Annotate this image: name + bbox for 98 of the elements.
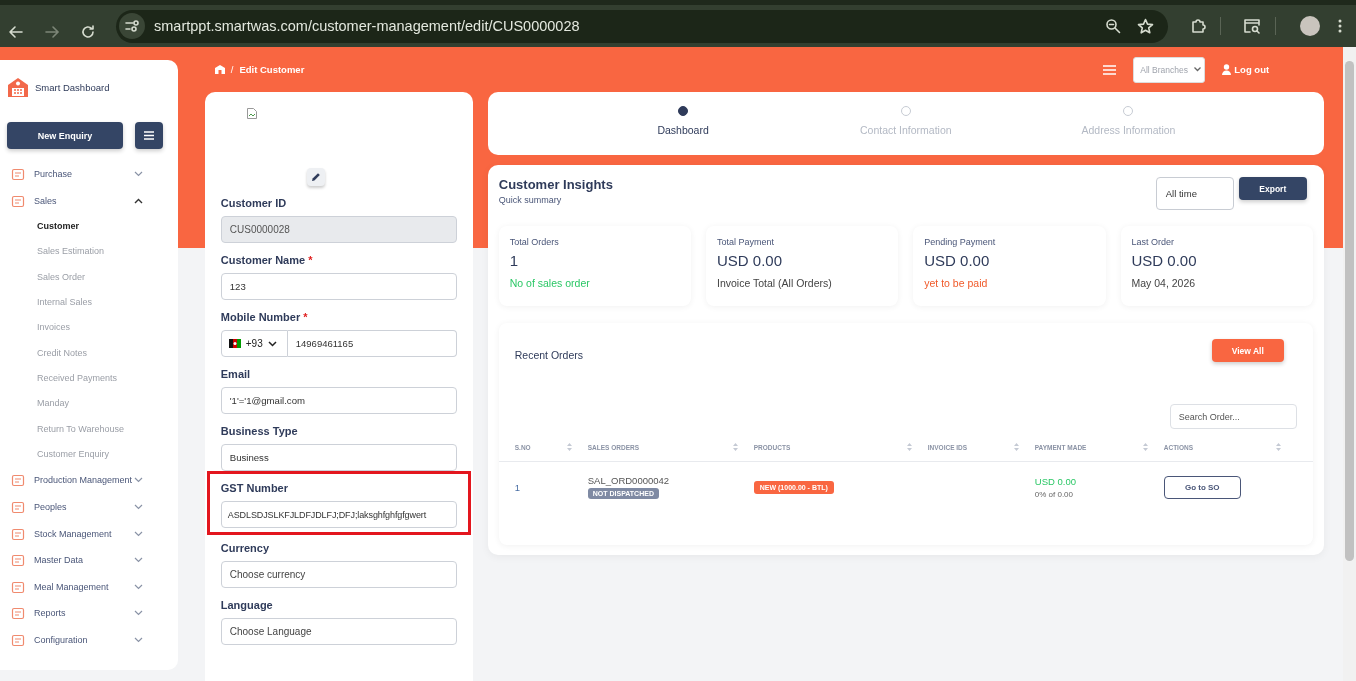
warehouse-icon bbox=[7, 76, 29, 98]
edit-photo-button[interactable] bbox=[306, 168, 325, 186]
avatar[interactable] bbox=[1300, 16, 1320, 36]
sidebar-menu-item[interactable]: Sales bbox=[7, 187, 158, 215]
scroll-thumb[interactable] bbox=[1345, 61, 1354, 561]
scrollbar[interactable] bbox=[1343, 47, 1356, 681]
search-field[interactable]: Search Order... bbox=[1169, 404, 1297, 429]
address-bar[interactable]: smartppt.smartwas.com/customer-management/edit/CUS0000028 bbox=[116, 9, 1168, 43]
stat-note: No of sales order bbox=[509, 277, 591, 289]
chevron-down-icon bbox=[133, 583, 143, 590]
go-to-so-button[interactable]: Go to SO bbox=[1163, 475, 1241, 499]
stat-value: USD 0.00 bbox=[924, 252, 991, 269]
payment-amount: USD 0.00 bbox=[1034, 475, 1077, 487]
box-icon bbox=[11, 553, 25, 568]
star-icon[interactable] bbox=[1137, 17, 1154, 35]
select-field[interactable]: Choose currency bbox=[220, 561, 457, 588]
box-icon bbox=[11, 606, 25, 621]
tab-search-icon[interactable] bbox=[1243, 18, 1261, 34]
back-icon[interactable] bbox=[8, 24, 24, 40]
site-settings-icon[interactable] bbox=[119, 13, 145, 39]
step-label[interactable]: Dashboard bbox=[657, 124, 709, 136]
zoom-icon[interactable] bbox=[1105, 18, 1121, 34]
field-label: Currency bbox=[220, 542, 271, 554]
new-enquiry-button[interactable]: New Enquiry bbox=[7, 122, 123, 149]
sidebar-menu-item[interactable]: Master Data bbox=[7, 546, 158, 574]
pencil-icon bbox=[311, 173, 320, 181]
input-field[interactable]: 123 bbox=[220, 273, 457, 300]
input-field[interactable]: Business bbox=[220, 444, 457, 471]
select-field[interactable]: Choose Language bbox=[220, 618, 457, 645]
sidebar-submenu-item[interactable]: Customer bbox=[7, 214, 158, 240]
home-icon bbox=[214, 65, 225, 74]
input-field[interactable]: '1'='1@gmail.com bbox=[220, 387, 457, 414]
box-icon bbox=[11, 500, 25, 515]
breadcrumb-separator: / bbox=[230, 64, 234, 75]
box-icon bbox=[11, 167, 25, 182]
section-title: Customer Insights bbox=[498, 177, 613, 192]
stat-label: Total Payment bbox=[717, 237, 776, 247]
table-cell-text: 1 bbox=[514, 481, 522, 493]
sidebar-menu-item[interactable]: Purchase bbox=[7, 161, 158, 188]
export-button[interactable]: Export bbox=[1238, 177, 1307, 200]
user-icon bbox=[1222, 64, 1232, 75]
brand-name: Smart Dashboard bbox=[35, 81, 110, 93]
chevron-down-icon bbox=[133, 637, 143, 643]
box-icon bbox=[11, 193, 25, 208]
more-menu-icon[interactable] bbox=[1338, 18, 1342, 34]
forward-icon[interactable] bbox=[44, 24, 60, 40]
breadcrumb-title: Edit Customer bbox=[239, 64, 305, 75]
menu-button[interactable] bbox=[135, 122, 163, 149]
box-icon bbox=[11, 526, 25, 541]
box-icon bbox=[11, 633, 25, 647]
section-title: Recent Orders bbox=[514, 348, 584, 361]
sidebar-menu-item[interactable]: Meal Management bbox=[7, 573, 158, 601]
puzzle-icon[interactable] bbox=[1190, 18, 1206, 34]
field-label: Customer ID bbox=[220, 197, 288, 209]
sidebar-menu-item[interactable]: Stock Management bbox=[7, 520, 158, 547]
chevron-down-icon bbox=[133, 171, 143, 178]
box-icon bbox=[11, 473, 25, 488]
country-code-select[interactable]: +93 bbox=[220, 330, 288, 357]
field-label: Business Type bbox=[220, 425, 299, 437]
stat-value: 1 bbox=[509, 252, 520, 269]
stat-note: May 04, 2026 bbox=[1131, 277, 1197, 289]
flag-icon bbox=[228, 339, 241, 348]
chevron-up-icon bbox=[133, 197, 143, 204]
stat-label: Total Orders bbox=[509, 237, 560, 247]
chevron-down-icon bbox=[133, 477, 143, 484]
phone-input[interactable]: 14969461165 bbox=[287, 330, 457, 357]
stat-label: Pending Payment bbox=[924, 237, 997, 247]
sidebar-menu-item[interactable]: Reports bbox=[7, 600, 158, 627]
chevron-down-icon bbox=[133, 504, 143, 511]
reload-icon[interactable] bbox=[80, 24, 96, 40]
chevron-down-icon bbox=[133, 610, 143, 617]
menu-icon bbox=[144, 131, 154, 140]
period-select[interactable]: All time bbox=[1155, 177, 1234, 210]
field-label: Mobile Number * bbox=[220, 311, 309, 323]
section-subtitle: Quick summary bbox=[498, 195, 563, 205]
caret-icon bbox=[1194, 67, 1202, 72]
sidebar-menu-item[interactable]: Peoples bbox=[7, 493, 158, 521]
input-field[interactable]: ASDLSDJSLKFJLDFJDLFJ;DFJ;laksghfghfgfgwert bbox=[220, 501, 457, 528]
customer-id-field[interactable]: CUS0000028 bbox=[220, 216, 457, 243]
field-label: GST Number bbox=[220, 482, 289, 494]
chevron-down-icon bbox=[267, 340, 277, 347]
payment-note: 0% of 0.00 bbox=[1034, 489, 1074, 499]
stat-value: USD 0.00 bbox=[717, 252, 784, 269]
chevron-down-icon bbox=[133, 557, 143, 564]
broken-image-icon bbox=[246, 108, 257, 119]
field-label: Email bbox=[220, 368, 252, 380]
stat-label: Last Order bbox=[1131, 237, 1176, 247]
order-number[interactable]: SAL_ORD0000042 bbox=[587, 475, 754, 486]
sidebar-menu-item[interactable]: Production Management bbox=[7, 467, 158, 494]
field-label: Language bbox=[220, 599, 274, 611]
stat-value: USD 0.00 bbox=[1131, 252, 1198, 269]
field-label: Customer Name * bbox=[220, 254, 314, 266]
stat-note: Invoice Total (All Orders) bbox=[717, 277, 833, 289]
sidebar-menu-item[interactable]: Configuration bbox=[7, 626, 158, 654]
box-icon bbox=[11, 579, 25, 594]
url-text[interactable]: smartppt.smartwas.com/customer-management/edit/CUS0000028 bbox=[154, 18, 580, 34]
stat-note: yet to be paid bbox=[924, 277, 989, 289]
chevron-down-icon bbox=[133, 530, 143, 537]
